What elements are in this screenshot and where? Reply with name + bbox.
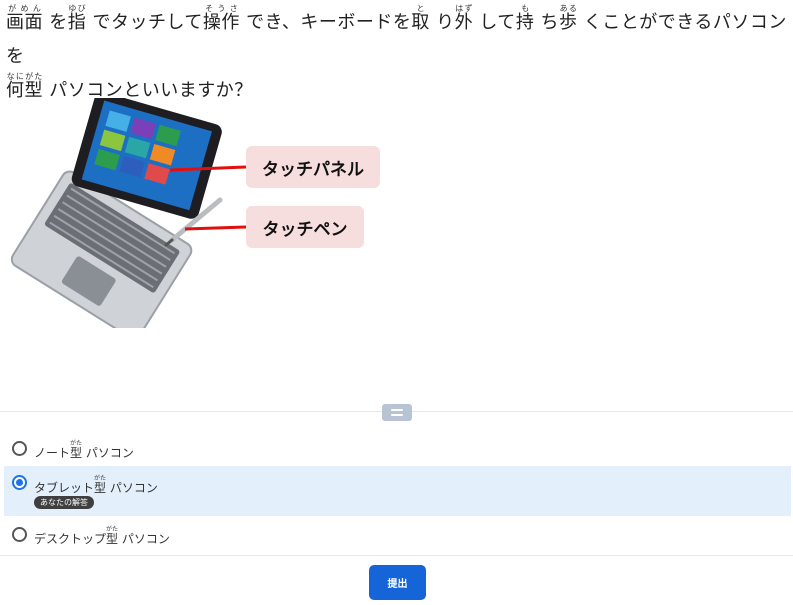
question-text: 画面がめん を指ゆび でタッチして操作そうさ でき、キーボードを取と り外はず … [6, 4, 791, 108]
ruby-word: 指ゆび [67, 4, 87, 33]
question-fragment: でタッチして [86, 12, 203, 33]
radio-button[interactable] [12, 441, 27, 456]
ruby-word: 操作そうさ [202, 4, 240, 33]
answer-options: ノート型がた パソコン タブレット型がた パソコン あなたの解答 デスクトップ型… [4, 432, 791, 552]
touch-panel-callout: タッチパネル [246, 146, 380, 188]
ruby-word: 取と [411, 4, 430, 33]
question-fragment: して [473, 12, 516, 33]
answer-option-label[interactable]: デスクトップ型がた パソコン [34, 526, 170, 547]
ruby-word: 外はず [454, 4, 474, 33]
answer-option-label[interactable]: タブレット型がた パソコン [34, 475, 158, 496]
ruby-word: 画面がめん [6, 4, 43, 33]
answer-option-selected[interactable]: タブレット型がた パソコン あなたの解答 [4, 466, 791, 516]
answer-option-label[interactable]: ノート型がた パソコン [34, 440, 134, 461]
answer-option[interactable]: デスクトップ型がた パソコン [4, 518, 791, 552]
ruby-word: 歩ある [559, 4, 578, 33]
touch-pen-callout: タッチペン [246, 206, 364, 248]
submit-button[interactable]: 提出 [369, 565, 426, 600]
question-fragment: り [429, 12, 455, 33]
resize-handle[interactable] [382, 404, 412, 421]
ruby-word: 持も [515, 4, 535, 33]
your-answer-badge: あなたの解答 [34, 496, 94, 509]
footer-divider [0, 555, 793, 556]
question-fragment: でき、キーボードを [239, 12, 412, 33]
question-fragment: を [43, 12, 68, 33]
question-fragment: ち [534, 12, 560, 33]
radio-button-checked[interactable] [12, 475, 27, 490]
answer-option[interactable]: ノート型がた パソコン [4, 432, 791, 466]
tablet-pc-illustration: タッチパネル タッチペン [10, 91, 390, 340]
radio-button[interactable] [12, 527, 27, 542]
